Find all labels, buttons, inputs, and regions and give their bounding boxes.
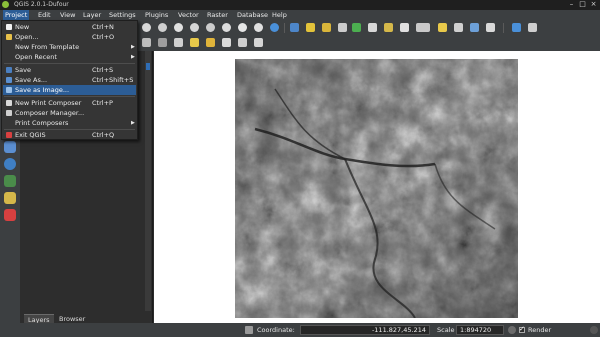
submenu-arrow-icon: ▶: [131, 120, 135, 126]
close-icon[interactable]: ×: [590, 1, 597, 8]
save-icon: [6, 67, 12, 73]
project-menu-dropdown: New Ctrl+N Open... Ctrl+O New From Templ…: [1, 20, 138, 140]
menu-settings[interactable]: Settings: [107, 10, 138, 20]
menu-plugins[interactable]: Plugins: [143, 10, 170, 20]
pin-labels-icon[interactable]: [190, 38, 199, 47]
composer-manager-icon: [6, 110, 12, 116]
identify-icon[interactable]: [290, 23, 299, 32]
menu-bar: Project Edit View Layer Settings Plugins…: [0, 10, 600, 20]
change-label-icon[interactable]: [254, 38, 263, 47]
menu-raster[interactable]: Raster: [205, 10, 230, 20]
menu-item-save-as[interactable]: Save As... Ctrl+Shift+S: [3, 75, 136, 85]
menu-item-print-composers[interactable]: Print Composers ▶: [3, 118, 136, 128]
minimize-icon[interactable]: –: [568, 1, 575, 8]
submenu-arrow-icon: ▶: [131, 44, 135, 50]
save-as-icon: [6, 77, 12, 83]
menu-layer[interactable]: Layer: [81, 10, 103, 20]
menu-item-exit[interactable]: Exit QGIS Ctrl+Q: [3, 130, 136, 140]
menu-separator: [4, 96, 135, 97]
digitize-icon[interactable]: [142, 38, 151, 47]
zoom-out-icon[interactable]: [158, 23, 167, 32]
toolbar-separator: [503, 23, 504, 33]
show-bookmarks-icon[interactable]: [470, 23, 479, 32]
title-bar: QGIS 2.0.1-Dufour – □ ×: [0, 0, 600, 10]
panel-scrollbar-thumb[interactable]: [146, 63, 150, 70]
zoom-next-icon[interactable]: [254, 23, 263, 32]
menu-item-save[interactable]: Save Ctrl+S: [3, 65, 136, 75]
add-vector-layer-icon[interactable]: [4, 141, 16, 153]
render-label: Render: [528, 326, 552, 334]
dem-raster-layer[interactable]: [235, 59, 518, 318]
toggle-extents-icon[interactable]: [245, 326, 253, 334]
zoom-full-icon[interactable]: [174, 23, 183, 32]
menu-item-new-print-composer[interactable]: New Print Composer Ctrl+P: [3, 98, 136, 108]
text-annotation-icon[interactable]: [486, 23, 495, 32]
print-composer-icon: [6, 100, 12, 106]
open-folder-icon: [6, 34, 12, 40]
stop-render-icon[interactable]: [508, 326, 516, 334]
rotate-label-icon[interactable]: [238, 38, 247, 47]
select-features-icon[interactable]: [306, 23, 315, 32]
menu-project[interactable]: Project: [3, 10, 30, 20]
menu-item-new[interactable]: New Ctrl+N: [3, 22, 136, 32]
zoom-selection-icon[interactable]: [206, 23, 215, 32]
maximize-icon[interactable]: □: [579, 1, 586, 8]
sum-icon[interactable]: [400, 23, 409, 32]
menu-view[interactable]: View: [58, 10, 77, 20]
open-attribute-table-icon[interactable]: [352, 23, 361, 32]
window-title: QGIS 2.0.1-Dufour: [14, 1, 69, 8]
zoom-last-icon[interactable]: [238, 23, 247, 32]
whats-this-icon[interactable]: [528, 23, 537, 32]
toolbar-separator: [284, 23, 285, 33]
submenu-arrow-icon: ▶: [131, 54, 135, 60]
move-label-icon[interactable]: [222, 38, 231, 47]
measure-icon[interactable]: [384, 23, 393, 32]
menu-edit[interactable]: Edit: [36, 10, 53, 20]
coordinate-field[interactable]: -111.827,45.214: [300, 325, 430, 335]
label-icon[interactable]: [174, 38, 183, 47]
zoom-native-icon[interactable]: [222, 23, 231, 32]
refresh-icon[interactable]: [270, 23, 279, 32]
scale-field[interactable]: 1:894720: [456, 325, 504, 335]
menu-vector[interactable]: Vector: [176, 10, 201, 20]
field-calculator-icon[interactable]: [368, 23, 377, 32]
coordinate-label: Coordinate:: [257, 326, 295, 334]
python-console-icon[interactable]: [512, 23, 521, 32]
select-by-expression-icon[interactable]: [322, 23, 331, 32]
menu-item-composer-manager[interactable]: Composer Manager...: [3, 108, 136, 118]
zoom-layer-icon[interactable]: [190, 23, 199, 32]
add-spatialite-layer-icon[interactable]: [4, 175, 16, 187]
menu-separator: [4, 63, 135, 64]
menu-item-open-recent[interactable]: Open Recent ▶: [3, 52, 136, 62]
panel-scrollbar[interactable]: [145, 51, 151, 311]
menu-item-new-from-template[interactable]: New From Template ▶: [3, 42, 136, 52]
menu-item-open[interactable]: Open... Ctrl+O: [3, 32, 136, 42]
render-checkbox[interactable]: [519, 325, 525, 333]
new-shapefile-icon[interactable]: [4, 209, 16, 221]
new-bookmark-icon[interactable]: [454, 23, 463, 32]
qgis-logo-icon: [2, 1, 9, 8]
map-tips-icon[interactable]: [438, 23, 447, 32]
add-wms-layer-icon[interactable]: [4, 158, 16, 170]
status-bar: Coordinate: -111.827,45.214 Scale 1:8947…: [0, 323, 600, 337]
zoom-in-icon[interactable]: [142, 23, 151, 32]
exit-icon: [6, 132, 12, 138]
scale-label: Scale: [437, 326, 455, 334]
deselect-icon[interactable]: [338, 23, 347, 32]
menu-help[interactable]: Help: [270, 10, 289, 20]
messages-icon[interactable]: [590, 326, 598, 334]
new-file-icon: [6, 24, 12, 30]
image-icon: [6, 87, 12, 93]
measure-line-icon[interactable]: [416, 23, 430, 32]
menu-database[interactable]: Database: [235, 10, 270, 20]
add-delimited-text-icon[interactable]: [4, 192, 16, 204]
menu-item-save-as-image[interactable]: Save as Image...: [3, 85, 136, 95]
save-edits-icon[interactable]: [158, 38, 167, 47]
show-hide-labels-icon[interactable]: [206, 38, 215, 47]
